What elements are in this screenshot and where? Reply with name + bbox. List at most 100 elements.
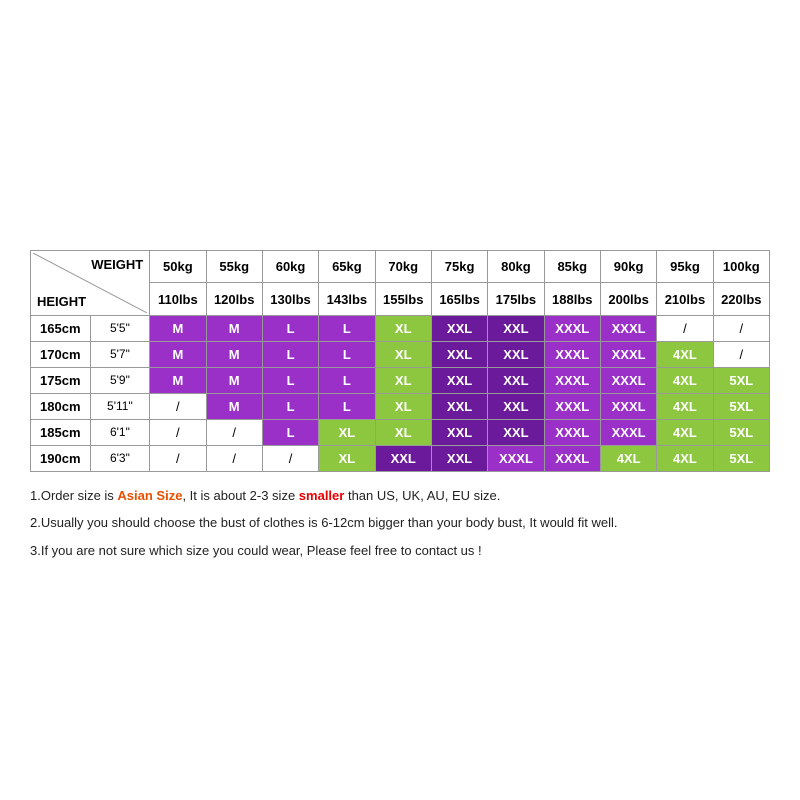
cell-r2-c6: XXL xyxy=(488,367,544,393)
lbs-col-7: 188lbs xyxy=(544,283,600,316)
cell-r2-c2: L xyxy=(262,367,318,393)
cell-r0-c4: XL xyxy=(375,315,431,341)
cell-r5-c6: XXXL xyxy=(488,445,544,471)
cell-r5-c2: / xyxy=(262,445,318,471)
kg-col-8: 90kg xyxy=(600,250,656,283)
cell-r1-c6: XXL xyxy=(488,341,544,367)
cell-r3-c1: M xyxy=(206,393,262,419)
row-cm-2: 175cm xyxy=(31,367,91,393)
cell-r4-c1: / xyxy=(206,419,262,445)
kg-col-4: 70kg xyxy=(375,250,431,283)
cell-r5-c0: / xyxy=(150,445,206,471)
cell-r4-c10: 5XL xyxy=(713,419,769,445)
cell-r1-c3: L xyxy=(319,341,375,367)
size-chart-container: WEIGHT HEIGHT 50kg55kg60kg65kg70kg75kg80… xyxy=(20,224,780,576)
lbs-col-6: 175lbs xyxy=(488,283,544,316)
cell-r5-c1: / xyxy=(206,445,262,471)
cell-r4-c9: 4XL xyxy=(657,419,713,445)
cell-r4-c6: XXL xyxy=(488,419,544,445)
cell-r2-c3: L xyxy=(319,367,375,393)
cell-r0-c2: L xyxy=(262,315,318,341)
smaller-highlight: smaller xyxy=(299,488,345,503)
cell-r0-c8: XXXL xyxy=(600,315,656,341)
weight-label: WEIGHT xyxy=(91,257,143,272)
cell-r3-c0: / xyxy=(150,393,206,419)
note-2: 2.Usually you should choose the bust of … xyxy=(30,511,770,534)
cell-r5-c7: XXXL xyxy=(544,445,600,471)
cell-r3-c2: L xyxy=(262,393,318,419)
lbs-col-8: 200lbs xyxy=(600,283,656,316)
row-ft-0: 5'5" xyxy=(90,315,150,341)
cell-r4-c5: XXL xyxy=(431,419,487,445)
cell-r0-c3: L xyxy=(319,315,375,341)
asian-size-highlight: Asian Size xyxy=(117,488,182,503)
cell-r3-c9: 4XL xyxy=(657,393,713,419)
cell-r4-c0: / xyxy=(150,419,206,445)
notes-section: 1.Order size is Asian Size, It is about … xyxy=(30,484,770,562)
row-cm-4: 185cm xyxy=(31,419,91,445)
row-cm-5: 190cm xyxy=(31,445,91,471)
cell-r0-c9: / xyxy=(657,315,713,341)
row-cm-3: 180cm xyxy=(31,393,91,419)
cell-r0-c1: M xyxy=(206,315,262,341)
cell-r2-c7: XXXL xyxy=(544,367,600,393)
lbs-col-3: 143lbs xyxy=(319,283,375,316)
note-1: 1.Order size is Asian Size, It is about … xyxy=(30,484,770,507)
row-ft-3: 5'11" xyxy=(90,393,150,419)
cell-r1-c9: 4XL xyxy=(657,341,713,367)
cell-r2-c1: M xyxy=(206,367,262,393)
weight-height-cell: WEIGHT HEIGHT xyxy=(31,250,150,315)
cell-r3-c6: XXL xyxy=(488,393,544,419)
size-table: WEIGHT HEIGHT 50kg55kg60kg65kg70kg75kg80… xyxy=(30,250,770,472)
cell-r5-c4: XXL xyxy=(375,445,431,471)
cell-r4-c4: XL xyxy=(375,419,431,445)
cell-r2-c8: XXXL xyxy=(600,367,656,393)
cell-r3-c3: L xyxy=(319,393,375,419)
lbs-col-0: 110lbs xyxy=(150,283,206,316)
kg-col-6: 80kg xyxy=(488,250,544,283)
cell-r3-c7: XXXL xyxy=(544,393,600,419)
row-ft-5: 6'3" xyxy=(90,445,150,471)
cell-r5-c8: 4XL xyxy=(600,445,656,471)
cell-r3-c5: XXL xyxy=(431,393,487,419)
kg-col-9: 95kg xyxy=(657,250,713,283)
cell-r4-c7: XXXL xyxy=(544,419,600,445)
kg-col-5: 75kg xyxy=(431,250,487,283)
cell-r3-c10: 5XL xyxy=(713,393,769,419)
cell-r4-c2: L xyxy=(262,419,318,445)
cell-r4-c8: XXXL xyxy=(600,419,656,445)
cell-r0-c7: XXXL xyxy=(544,315,600,341)
row-cm-0: 165cm xyxy=(31,315,91,341)
lbs-col-9: 210lbs xyxy=(657,283,713,316)
cell-r1-c0: M xyxy=(150,341,206,367)
note-3: 3.If you are not sure which size you cou… xyxy=(30,539,770,562)
cell-r5-c5: XXL xyxy=(431,445,487,471)
lbs-col-5: 165lbs xyxy=(431,283,487,316)
cell-r2-c9: 4XL xyxy=(657,367,713,393)
cell-r0-c5: XXL xyxy=(431,315,487,341)
kg-col-0: 50kg xyxy=(150,250,206,283)
cell-r1-c7: XXXL xyxy=(544,341,600,367)
cell-r1-c10: / xyxy=(713,341,769,367)
cell-r3-c8: XXXL xyxy=(600,393,656,419)
cell-r2-c10: 5XL xyxy=(713,367,769,393)
cell-r1-c8: XXXL xyxy=(600,341,656,367)
lbs-col-2: 130lbs xyxy=(262,283,318,316)
cell-r3-c4: XL xyxy=(375,393,431,419)
lbs-col-10: 220lbs xyxy=(713,283,769,316)
cell-r1-c5: XXL xyxy=(431,341,487,367)
cell-r2-c5: XXL xyxy=(431,367,487,393)
cell-r2-c0: M xyxy=(150,367,206,393)
cell-r1-c1: M xyxy=(206,341,262,367)
kg-col-3: 65kg xyxy=(319,250,375,283)
cell-r0-c6: XXL xyxy=(488,315,544,341)
height-label: HEIGHT xyxy=(37,294,86,309)
row-ft-1: 5'7" xyxy=(90,341,150,367)
kg-col-1: 55kg xyxy=(206,250,262,283)
cell-r4-c3: XL xyxy=(319,419,375,445)
row-ft-2: 5'9" xyxy=(90,367,150,393)
lbs-col-1: 120lbs xyxy=(206,283,262,316)
cell-r0-c10: / xyxy=(713,315,769,341)
cell-r1-c2: L xyxy=(262,341,318,367)
cell-r1-c4: XL xyxy=(375,341,431,367)
